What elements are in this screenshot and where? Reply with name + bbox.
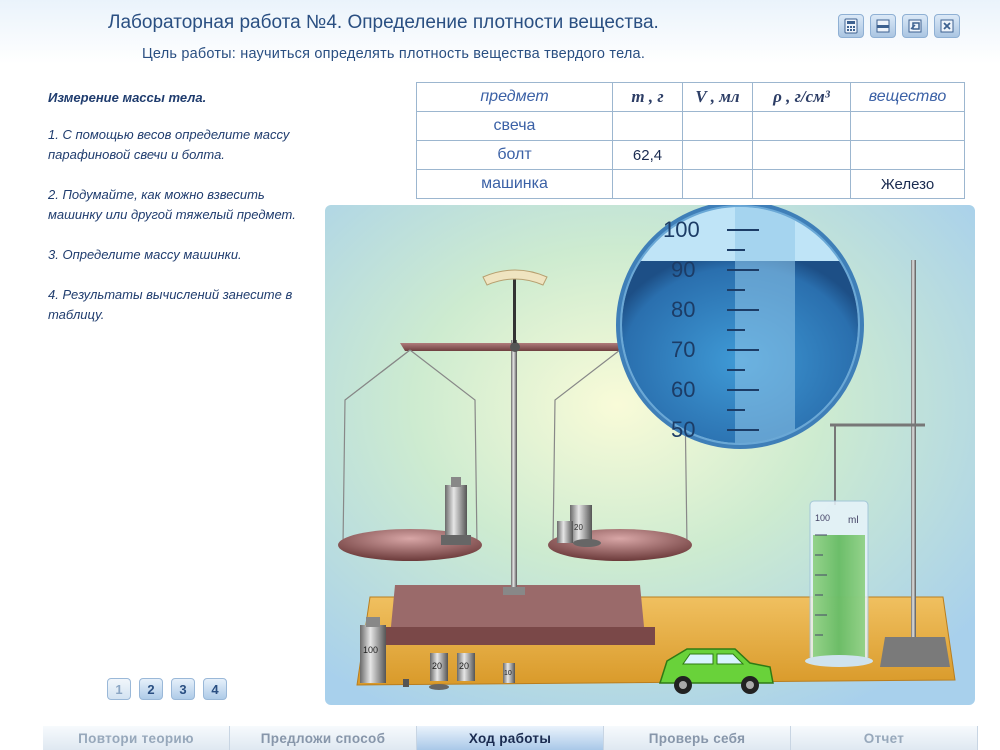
scale-label: 50 (671, 417, 695, 442)
instruction-step-1: 1. С помощью весов определите массу пара… (48, 127, 290, 162)
weight-label: 20 (432, 661, 442, 671)
cell-substance-input[interactable]: Железо (850, 169, 965, 199)
page-button-4[interactable]: 4 (203, 678, 227, 700)
bottom-tab-bar: Повтори теорию Предложи способ Ход работ… (43, 726, 978, 750)
page-button-2[interactable]: 2 (139, 678, 163, 700)
cell-substance-input[interactable] (850, 140, 965, 170)
page-title: Лабораторная работа №4. Определение плот… (108, 12, 659, 33)
tab-procedure[interactable]: Ход работы (417, 726, 604, 750)
weight-label: 20 (459, 661, 469, 671)
instructions-panel: Измерение массы тела. 1. С помощью весов… (48, 88, 308, 345)
cell-volume-input[interactable] (682, 169, 753, 199)
calculator-button[interactable] (838, 14, 864, 38)
weight-label: 100 (363, 645, 378, 655)
cell-substance-input[interactable] (850, 111, 965, 141)
cell-volume-input[interactable] (682, 140, 753, 170)
cell-mass-input[interactable] (612, 111, 683, 141)
header-substance: вещество (850, 82, 965, 112)
page-button-1[interactable]: 1 (107, 678, 131, 700)
header-mass: m , г (612, 82, 683, 112)
restore-icon (908, 19, 922, 33)
cell-volume-input[interactable] (682, 111, 753, 141)
cylinder-label: ml (848, 515, 859, 526)
table-header-row: предмет m , г V , мл ρ , г/см³ вещество (416, 82, 965, 112)
header-density: ρ , г/см³ (752, 82, 851, 112)
cell-object: болт (416, 140, 613, 170)
cell-mass-input[interactable] (612, 169, 683, 199)
lab-scene: 20 100 90 80 70 60 50 100 ml 100 20 20 1… (325, 205, 975, 705)
scale-label: 90 (671, 257, 695, 282)
cell-density-input[interactable] (752, 169, 851, 199)
scale-label: 60 (671, 377, 695, 402)
page-button-3[interactable]: 3 (171, 678, 195, 700)
instruction-step-2: 2. Подумайте, как можно взвесить машинку… (48, 187, 296, 222)
scale-label: 100 (663, 217, 700, 242)
tab-self-check[interactable]: Проверь себя (604, 726, 791, 750)
instructions-title: Измерение массы тела. (48, 90, 207, 105)
tab-report[interactable]: Отчет (791, 726, 978, 750)
restore-button[interactable] (902, 14, 928, 38)
page-navigator: 1 2 3 4 (107, 678, 227, 700)
page-subtitle: Цель работы: научиться определять плотно… (142, 46, 646, 62)
cell-object: свеча (416, 111, 613, 141)
minimize-button[interactable] (870, 14, 896, 38)
pan-weight-label: 20 (574, 523, 583, 532)
instruction-step-4: 4. Результаты вычислений занесите в табл… (48, 287, 293, 322)
results-table: предмет m , г V , мл ρ , г/см³ вещество … (416, 82, 965, 199)
scale-label: 70 (671, 337, 695, 362)
graduated-cylinder[interactable]: 100 ml (805, 500, 873, 667)
header: Лабораторная работа №4. Определение плот… (0, 0, 1000, 75)
tab-propose-method[interactable]: Предложи способ (230, 726, 417, 750)
cell-density-input[interactable] (752, 111, 851, 141)
header-volume: V , мл (682, 82, 753, 112)
cell-mass-input[interactable]: 62,4 (612, 140, 683, 170)
table-row: машинка Железо (416, 169, 965, 199)
header-object: предмет (416, 82, 613, 112)
instruction-step-3: 3. Определите массу машинки. (48, 247, 242, 262)
cylinder-label: 100 (815, 513, 830, 523)
cell-object: машинка (416, 169, 613, 199)
table-row: болт 62,4 (416, 140, 965, 170)
window-buttons (838, 14, 960, 38)
minimize-icon (876, 19, 890, 33)
weight-label: 10 (504, 670, 512, 677)
close-button[interactable] (934, 14, 960, 38)
bolt-object[interactable] (441, 477, 471, 545)
calculator-icon (844, 18, 858, 34)
tab-theory[interactable]: Повтори теорию (43, 726, 230, 750)
cell-density-input[interactable] (752, 140, 851, 170)
table-row: свеча (416, 111, 965, 141)
close-icon (940, 19, 954, 33)
scale-label: 80 (671, 297, 695, 322)
